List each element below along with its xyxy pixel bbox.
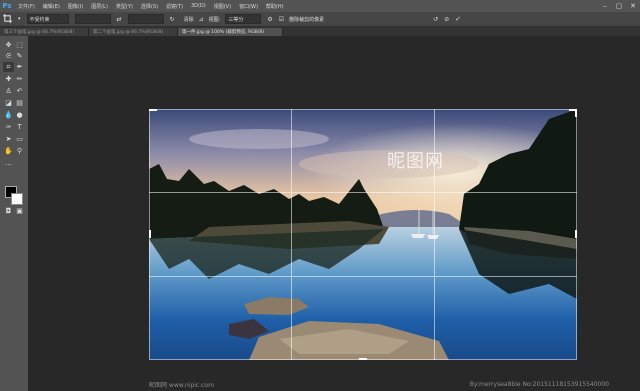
watermark-center: 昵图网 <box>387 151 444 172</box>
tab-document-2[interactable]: 第二个画笔.jpg @ 66.7%(RGB/8) <box>89 28 178 36</box>
brush-tool-icon[interactable]: ✏ <box>14 74 25 84</box>
lasso-tool-icon[interactable]: ᘓ <box>3 51 14 61</box>
ratio-select[interactable]: 不受约束 <box>26 14 69 24</box>
checkbox-checked-icon[interactable]: ☑ <box>279 16 284 23</box>
menu-layer[interactable]: 图层(L) <box>87 3 112 10</box>
crop-handle-right[interactable] <box>575 230 577 238</box>
view-select[interactable]: 三等分 <box>225 14 262 24</box>
path-select-icon[interactable]: ➤ <box>3 134 14 144</box>
tab-document-3[interactable]: 第三个画笔.jpg @ 66.7%(RGB/8) <box>0 28 89 36</box>
crop-handle-left[interactable] <box>149 230 151 238</box>
quick-mask-icon[interactable]: ◘ <box>3 206 14 216</box>
canvas-footer-watermark: 昵图网 www.nipic.com By:merrysea8ble No:201… <box>149 377 609 391</box>
pen-tool-icon[interactable]: ✑ <box>3 122 14 132</box>
straighten-icon[interactable]: ⊿ <box>199 16 204 23</box>
shape-tool-icon[interactable]: ▭ <box>14 134 25 144</box>
view-select-value: 三等分 <box>228 16 244 23</box>
crop-tool-icon[interactable] <box>3 13 12 25</box>
edit-toolbar-icon[interactable]: … <box>3 158 14 168</box>
menu-type[interactable]: 类型(Y) <box>112 3 137 10</box>
crop-handle-bottom[interactable] <box>359 358 367 360</box>
menu-edit[interactable]: 编辑(E) <box>39 3 64 10</box>
eyedropper-tool-icon[interactable]: ✒ <box>14 62 25 72</box>
menu-window[interactable]: 窗口(W) <box>235 3 262 10</box>
hand-tool-icon[interactable]: ✋ <box>3 146 14 156</box>
blur-tool-icon[interactable]: 💧 <box>3 110 14 120</box>
menu-image[interactable]: 图像(I) <box>64 3 87 10</box>
crop-bounds[interactable] <box>149 109 577 360</box>
gear-icon[interactable]: ⚙ <box>267 16 272 23</box>
width-field[interactable] <box>74 14 111 24</box>
rotate-icon[interactable]: ↻ <box>170 16 175 23</box>
document-tab-bar: 第三个画笔.jpg @ 66.7%(RGB/8) 第二个画笔.jpg @ 66.… <box>0 27 640 36</box>
menu-view[interactable]: 视图(V) <box>210 3 235 10</box>
options-bar: ▾ 不受约束 ⇄ ↻ 清除 ⊿ 视图: 三等分 ⚙ ☑ 删除裁剪的像素 ↺ ⊘ … <box>0 12 640 27</box>
footer-watermark-right: By:merrysea8ble No:20151118153915540000 <box>469 380 609 388</box>
move-tool-icon[interactable]: ✥ <box>3 40 14 50</box>
tab-document-1[interactable]: 第一件.jpg @ 100% (裁剪预览, RGB/8) <box>178 28 283 36</box>
reset-icon[interactable]: ↺ <box>433 16 438 23</box>
minimize-button[interactable]: – <box>598 0 612 12</box>
marquee-tool-icon[interactable]: ⬚ <box>14 40 25 50</box>
gradient-tool-icon[interactable]: ▤ <box>14 98 25 108</box>
quick-select-tool-icon[interactable]: ✎ <box>14 51 25 61</box>
zoom-tool-icon[interactable]: ⚲ <box>14 146 25 156</box>
commit-icon[interactable]: ✓ <box>455 15 461 23</box>
maximize-button[interactable]: ▢ <box>612 0 626 12</box>
menu-bar: Ps 文件(F) 编辑(E) 图像(I) 图层(L) 类型(Y) 选择(S) 滤… <box>0 0 640 12</box>
ratio-select-value: 不受约束 <box>29 16 50 23</box>
tools-panel: ✥ ⬚ ᘓ ✎ ⌗ ✒ ✚ ✏ ♙ ↶ ◪ ▤ 💧 ● ✑ T ➤ ▭ ✋ ⚲ … <box>0 36 29 391</box>
history-brush-icon[interactable]: ↶ <box>14 86 25 96</box>
menu-3d[interactable]: 3D(D) <box>187 3 210 9</box>
crop-handle-tr-v[interactable] <box>575 109 577 117</box>
background-color-swatch[interactable] <box>11 193 23 205</box>
crop-tool-icon[interactable]: ⌗ <box>3 62 14 72</box>
dodge-tool-icon[interactable]: ● <box>14 110 25 120</box>
clone-stamp-icon[interactable]: ♙ <box>3 86 14 96</box>
dropdown-arrow-icon[interactable]: ▾ <box>18 16 21 22</box>
document-workspace: 昵图网 昵图网 www.nipic.com By:merrysea8ble No… <box>29 36 640 391</box>
screen-mode-icon[interactable]: ▣ <box>14 206 25 216</box>
view-label: 视图: <box>208 16 221 23</box>
eraser-tool-icon[interactable]: ◪ <box>3 98 14 108</box>
menu-file[interactable]: 文件(F) <box>14 3 39 10</box>
menu-help[interactable]: 帮助(H) <box>262 3 288 10</box>
image-canvas[interactable]: 昵图网 <box>149 109 577 360</box>
menu-filter[interactable]: 滤镜(T) <box>162 3 187 10</box>
height-field[interactable] <box>127 14 164 24</box>
clear-button[interactable]: 清除 <box>184 16 194 23</box>
close-button[interactable]: ✕ <box>626 0 640 12</box>
footer-watermark-left: 昵图网 www.nipic.com <box>149 381 214 389</box>
type-tool-icon[interactable]: T <box>14 122 25 132</box>
swap-icon[interactable]: ⇄ <box>117 16 122 23</box>
ps-logo: Ps <box>2 2 12 10</box>
menu-select[interactable]: 选择(S) <box>137 3 162 10</box>
crop-handle-tl[interactable] <box>149 109 157 111</box>
healing-brush-icon[interactable]: ✚ <box>3 74 14 84</box>
window-controls: – ▢ ✕ <box>598 0 640 12</box>
cancel-icon[interactable]: ⊘ <box>444 16 449 23</box>
delete-cropped-label: 删除裁剪的像素 <box>289 16 325 23</box>
